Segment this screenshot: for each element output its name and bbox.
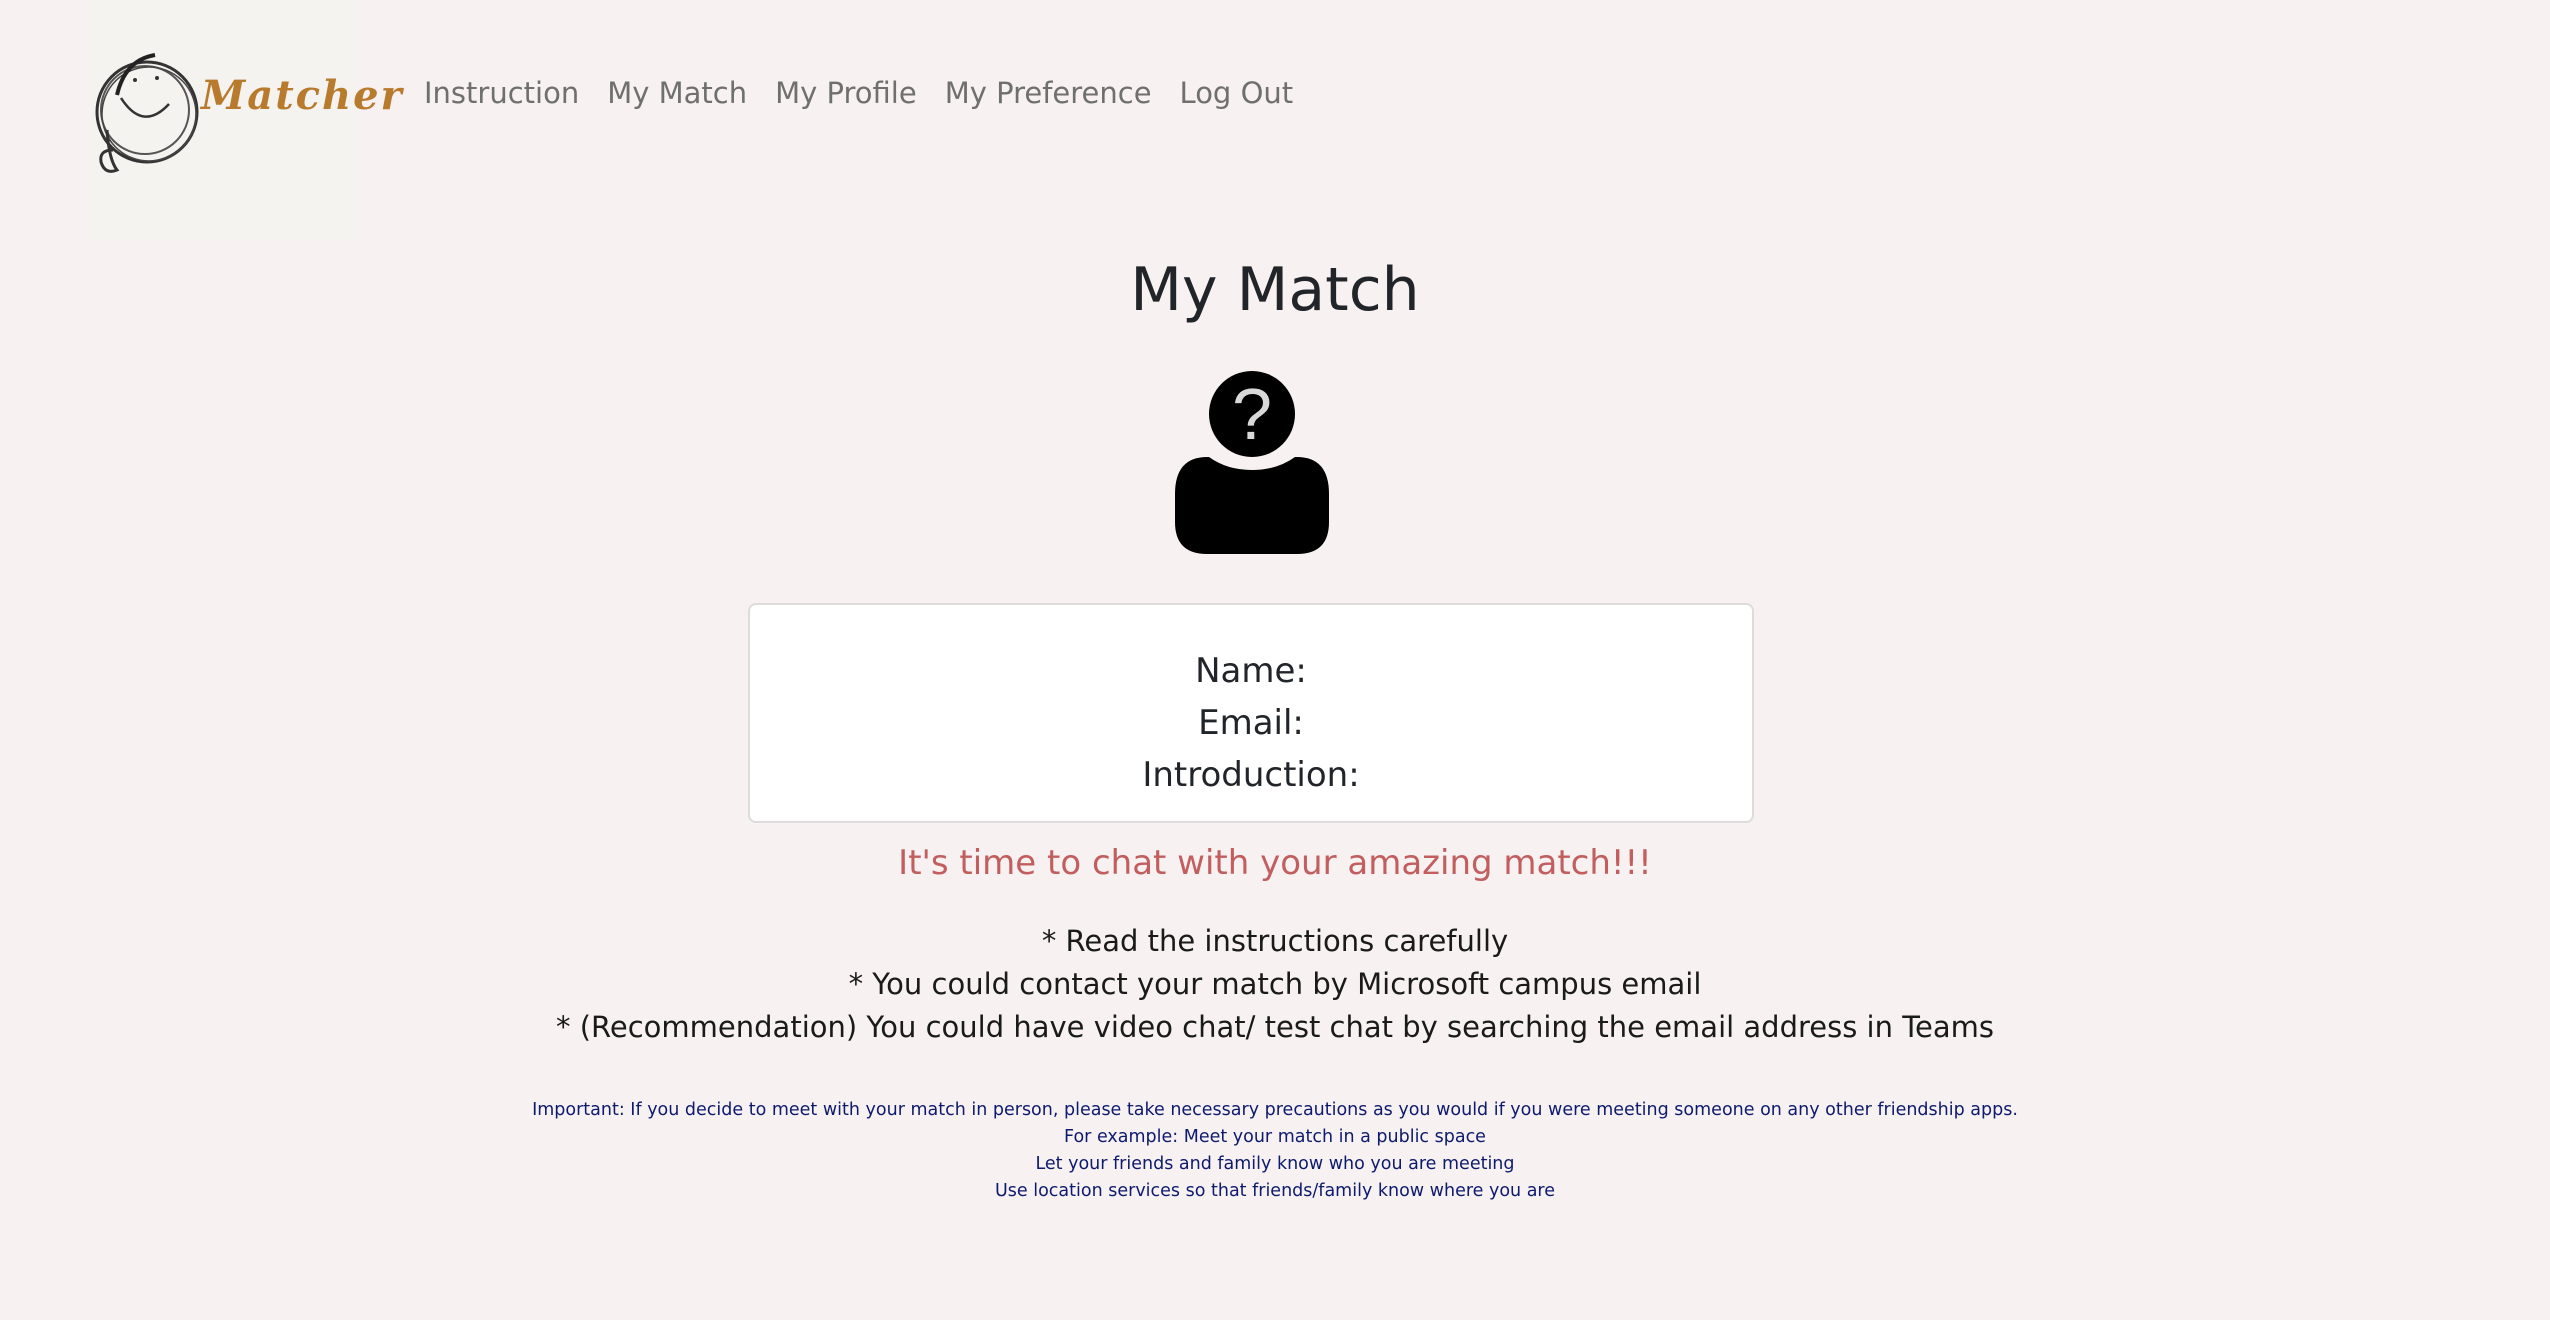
safety-notice: Important: If you decide to meet with yo…	[0, 1097, 2550, 1205]
nav-links: Instruction My Match My Profile My Prefe…	[424, 76, 1293, 110]
smiley-logo-icon	[95, 53, 199, 173]
navbar: Matcher Instruction My Match My Profile …	[0, 0, 2550, 240]
safety-notice-line: Use location services so that friends/fa…	[994, 1181, 1556, 1201]
nav-item-instruction[interactable]: Instruction	[424, 76, 579, 110]
match-info-card: Name: Email: Introduction:	[748, 603, 1754, 823]
chat-call-to-action: It's time to chat with your amazing matc…	[898, 843, 1652, 883]
safety-notice-line: Important: If you decide to meet with yo…	[532, 1100, 2018, 1120]
tip-item: * You could contact your match by Micros…	[848, 967, 1702, 1001]
brand-name: Matcher	[201, 72, 404, 119]
tips-list: * Read the instructions carefully * You …	[0, 920, 2550, 1049]
tip-item: * (Recommendation) You could have video …	[556, 1010, 1994, 1044]
avatar-question-mark: ?	[1232, 375, 1272, 455]
brand-logo[interactable]: Matcher	[87, 0, 402, 240]
nav-item-my-match[interactable]: My Match	[607, 76, 747, 110]
safety-notice-line: Let your friends and family know who you…	[1035, 1154, 1515, 1174]
match-email-label: Email:	[1198, 703, 1304, 743]
nav-item-my-preference[interactable]: My Preference	[945, 76, 1152, 110]
safety-notice-line: For example: Meet your match in a public…	[1064, 1127, 1486, 1147]
match-introduction-label: Introduction:	[1142, 755, 1360, 795]
nav-item-log-out[interactable]: Log Out	[1180, 76, 1294, 110]
unknown-person-icon: ?	[1175, 371, 1329, 554]
match-name-label: Name:	[1195, 651, 1307, 691]
nav-item-my-profile[interactable]: My Profile	[775, 76, 917, 110]
page-title: My Match	[1130, 255, 1420, 325]
tip-item: * Read the instructions carefully	[1041, 924, 1509, 958]
